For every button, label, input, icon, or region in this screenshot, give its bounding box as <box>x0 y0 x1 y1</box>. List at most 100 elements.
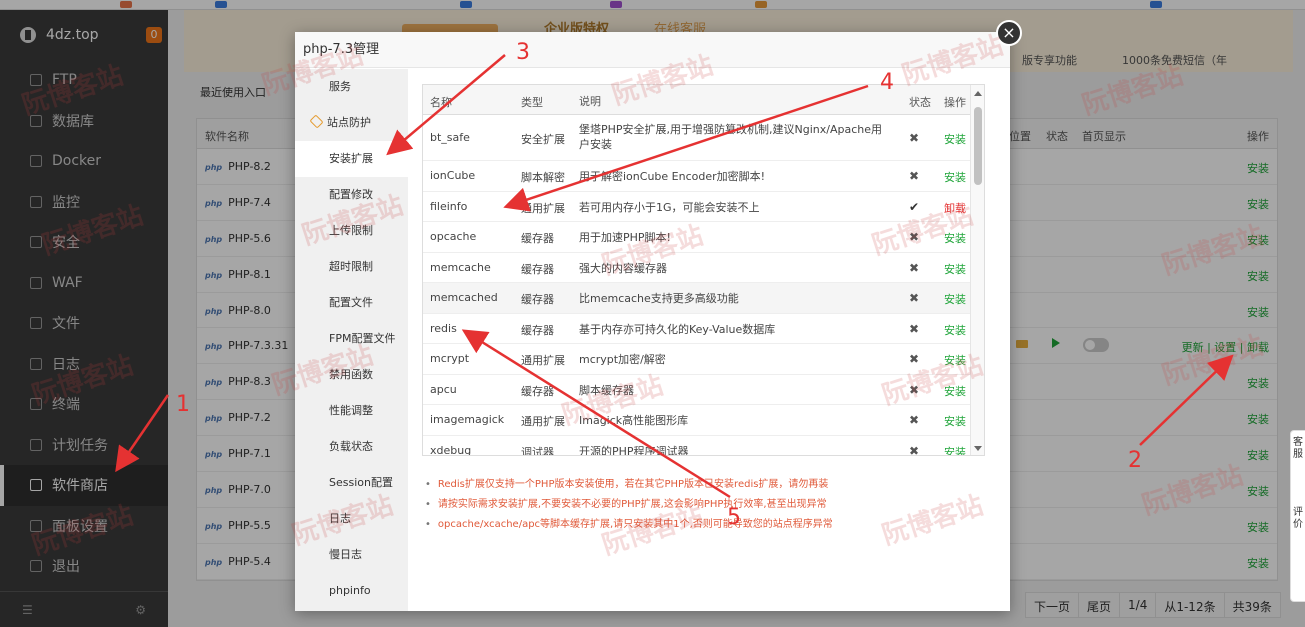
installed-check-icon: ✔ <box>909 199 920 214</box>
dialog-nav-item[interactable]: 禁用函数 <box>295 357 408 393</box>
install-link[interactable]: 安装 <box>944 131 966 147</box>
extension-name: bt_safe <box>430 131 470 144</box>
dialog-nav-item[interactable]: FPM配置文件 <box>295 321 408 357</box>
extension-scrollbar[interactable] <box>970 85 984 455</box>
extension-row: apcu 缓存器 脚本缓存器 ✖ 安装 <box>423 375 984 405</box>
not-installed-x-icon: ✖ <box>909 260 920 275</box>
dialog-nav-label: 安装扩展 <box>329 152 373 165</box>
not-installed-x-icon: ✖ <box>909 169 920 184</box>
extension-row: redis 缓存器 基于内存亦可持久化的Key-Value数据库 ✖ 安装 <box>423 314 984 344</box>
extension-name: apcu <box>430 382 457 396</box>
dialog-nav-item[interactable]: Session配置 <box>295 465 408 501</box>
extension-desc: 用于解密ionCube Encoder加密脚本! <box>579 170 766 184</box>
dialog-nav-label: 性能调整 <box>329 404 373 417</box>
not-installed-x-icon: ✖ <box>909 230 920 245</box>
dialog-nav-item[interactable]: 配置修改 <box>295 177 408 213</box>
extension-name: mcrypt <box>430 352 470 366</box>
ext-col-status: 状态 <box>909 96 931 109</box>
note-item: Redis扩展仅支持一个PHP版本安装使用，若在其它PHP版本已安装redis扩… <box>425 475 833 495</box>
extension-name: xdebug <box>430 443 472 456</box>
dialog-nav-label: Session配置 <box>329 476 393 489</box>
install-link[interactable]: 安装 <box>944 261 966 277</box>
install-link[interactable]: 安装 <box>944 291 966 307</box>
extension-type: 缓存器 <box>521 262 554 276</box>
float-service-text[interactable]: 客服 <box>1291 431 1305 467</box>
extension-desc: mcrypt加密/解密 <box>579 353 666 367</box>
annotation-3: 3 <box>516 40 530 65</box>
extension-desc: 比memcache支持更多高级功能 <box>579 292 739 306</box>
not-installed-x-icon: ✖ <box>909 443 920 456</box>
install-link[interactable]: 安装 <box>944 169 966 185</box>
dialog-nav-label: 超时限制 <box>329 260 373 273</box>
uninstall-link[interactable]: 卸载 <box>944 200 966 216</box>
extension-name: memcached <box>430 291 498 305</box>
note-item: 请按实际需求安装扩展,不要安装不必要的PHP扩展,这会影响PHP执行效率,甚至出… <box>425 495 833 515</box>
extension-table-header: 名称 类型 说明 状态 操作 <box>423 85 984 115</box>
install-link[interactable]: 安装 <box>944 444 966 455</box>
dialog-nav-label: phpinfo <box>329 584 371 597</box>
dialog-nav-label: 负载状态 <box>329 440 373 453</box>
extension-name: opcache <box>430 230 477 244</box>
dialog-nav-label: 站点防护 <box>327 116 371 129</box>
dialog-nav-item[interactable]: 性能调整 <box>295 393 408 429</box>
scroll-up-arrow-icon[interactable] <box>974 91 982 96</box>
dialog-nav-item[interactable]: 日志 <box>295 501 408 537</box>
float-review-text[interactable]: 评价 <box>1291 467 1305 531</box>
annotation-1: 1 <box>176 392 190 417</box>
extension-desc: 强大的内容缓存器 <box>579 261 667 275</box>
note-item: opcache/xcache/apc等脚本缓存扩展,请只安装其中1个,否则可能导… <box>425 515 833 535</box>
scroll-down-arrow-icon[interactable] <box>974 446 982 451</box>
dialog-nav-item[interactable]: 负载状态 <box>295 429 408 465</box>
dialog-nav-label: 配置修改 <box>329 188 373 201</box>
dialog-nav-item[interactable]: 服务 <box>295 69 408 105</box>
dialog-nav-label: 上传限制 <box>329 224 373 237</box>
extension-name: memcache <box>430 260 491 274</box>
extension-row: ionCube 脚本解密 用于解密ionCube Encoder加密脚本! ✖ 安装 <box>423 161 984 192</box>
dialog-nav-label: 禁用函数 <box>329 368 373 381</box>
not-installed-x-icon: ✖ <box>909 382 920 397</box>
ext-col-desc: 说明 <box>579 95 601 108</box>
php-manager-dialog: php-7.3管理 × 服务站点防护安装扩展配置修改上传限制超时限制配置文件 FP… <box>295 20 1022 611</box>
dialog-nav-item[interactable]: 超时限制 <box>295 249 408 285</box>
extension-row: memcached 缓存器 比memcache支持更多高级功能 ✖ 安装 <box>423 283 984 314</box>
dialog-nav-label: 日志 <box>329 512 351 525</box>
close-dialog-button[interactable]: × <box>996 20 1022 46</box>
dialog-nav-item[interactable]: 站点防护 <box>295 105 408 141</box>
extension-desc: 基于内存亦可持久化的Key-Value数据库 <box>579 322 776 336</box>
ext-col-action: 操作 <box>944 96 966 109</box>
dialog-nav-label: 配置文件 <box>329 296 373 309</box>
not-installed-x-icon: ✖ <box>909 352 920 367</box>
extension-type: 通用扩展 <box>521 201 565 215</box>
extension-desc: 脚本缓存器 <box>579 383 634 397</box>
not-installed-x-icon: ✖ <box>909 291 920 306</box>
floating-service-panel[interactable]: 客服 评价 <box>1290 430 1305 602</box>
annotation-5: 5 <box>727 505 741 530</box>
extension-row: bt_safe 安全扩展 堡塔PHP安全扩展,用于增强防篡改机制,建议Nginx/A… <box>423 115 984 161</box>
install-link[interactable]: 安装 <box>944 322 966 338</box>
annotation-4: 4 <box>880 70 894 95</box>
install-link[interactable]: 安装 <box>944 352 966 368</box>
extension-row: opcache 缓存器 用于加速PHP脚本! ✖ 安装 <box>423 222 984 253</box>
install-link[interactable]: 安装 <box>944 230 966 246</box>
dialog-nav-item[interactable]: 慢日志 <box>295 537 408 573</box>
dialog-title: php-7.3管理 <box>295 32 1010 68</box>
extension-name: fileinfo <box>430 199 468 213</box>
extension-table: 名称 类型 说明 状态 操作 bt_safe 安全扩展 堡塔PHP安全扩展,用于增强… <box>422 84 985 456</box>
dialog-nav-item[interactable]: 上传限制 <box>295 213 408 249</box>
extension-type: 通用扩展 <box>521 354 565 368</box>
extension-type: 缓存器 <box>521 293 554 307</box>
install-link[interactable]: 安装 <box>944 413 966 429</box>
dialog-nav-item[interactable]: phpinfo <box>295 573 408 609</box>
install-link[interactable]: 安装 <box>944 383 966 399</box>
dialog-nav-item[interactable]: 安装扩展 <box>295 141 408 177</box>
extension-type: 安全扩展 <box>521 133 565 146</box>
dialog-nav-label: 慢日志 <box>329 548 362 561</box>
dialog-nav-item[interactable]: 配置文件 <box>295 285 408 321</box>
ext-col-type: 类型 <box>521 96 543 109</box>
extension-type: 缓存器 <box>521 384 554 398</box>
dialog-nav-label: 服务 <box>329 80 351 93</box>
scroll-thumb[interactable] <box>974 107 982 185</box>
extension-desc: 若可用内存小于1G，可能会安装不上 <box>579 200 760 214</box>
extension-desc: Imagick高性能图形库 <box>579 414 689 428</box>
shield-icon <box>309 114 324 129</box>
